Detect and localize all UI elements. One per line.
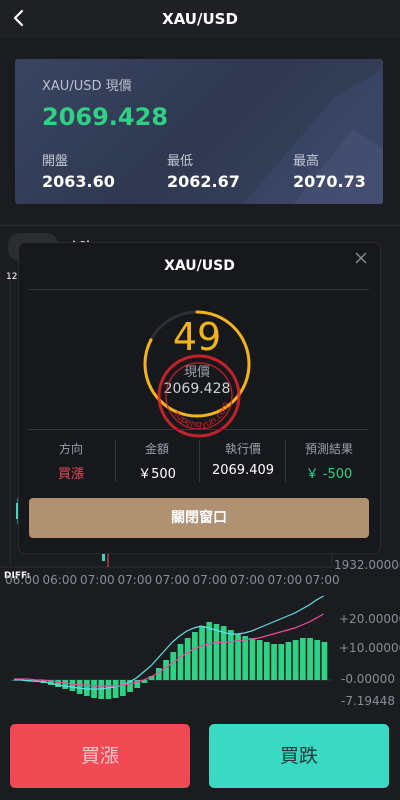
amount-value: ￥500 [138, 467, 176, 482]
open-stat: 開盤 2063.60 [42, 150, 115, 191]
current-price: 2069.428 [42, 103, 169, 131]
macd-bar [228, 630, 234, 680]
time-label: 07:00 [80, 573, 115, 587]
high-label: 最高 [293, 154, 320, 169]
time-label: 07:00 [230, 573, 265, 587]
exec-label: 執行價 [224, 442, 261, 456]
watermark-stamp: xupengyun.com [157, 354, 241, 438]
direction-label: 方向 [58, 442, 83, 456]
price-card: XAU/USD 現價 2069.428 開盤 2063.60 最低 2062.6… [15, 59, 383, 204]
time-label: 06:00 [5, 573, 40, 587]
low-stat: 最低 2062.67 [167, 150, 240, 191]
macd-bar [292, 640, 299, 680]
macd-bar [206, 622, 213, 680]
macd-bar [213, 624, 220, 680]
macd-bar [192, 632, 198, 680]
macd-bar [220, 626, 227, 680]
open-label: 開盤 [42, 154, 69, 169]
macd-axis-1: +20.00000 [339, 612, 400, 626]
macd-bar [256, 640, 263, 680]
modal-separator-2 [28, 429, 369, 430]
macd-axis-4: -7.19448 [341, 694, 395, 708]
modal-title: XAU/USD [164, 258, 235, 274]
time-label: 06:00 [42, 573, 78, 587]
high-value: 2070.73 [293, 172, 366, 191]
result-col: 預測結果 ￥ -500 [285, 440, 373, 482]
modal-separator [28, 289, 369, 290]
macd-bar [264, 642, 270, 680]
result-label: 預測結果 [304, 442, 353, 456]
macd-bar [120, 680, 126, 696]
macd-bar [76, 680, 83, 694]
top-bar: XAU/USD [0, 0, 400, 38]
time-label: 07:00 [192, 573, 228, 587]
result-value: ￥ -500 [305, 467, 353, 482]
macd-bar [321, 642, 328, 680]
macd-bar [199, 626, 205, 680]
direction-value: 買漲 [57, 467, 84, 482]
svg-text:xupengyun.com: xupengyun.com [171, 401, 232, 431]
macd-axis-2: +10.00000 [339, 641, 400, 655]
macd-bar [69, 680, 76, 691]
macd-bar [278, 644, 285, 680]
order-modal: XAU/USD 49 現價 2069.428 xupengyun.com 方向 … [19, 243, 380, 553]
time-label: 07:00 [305, 573, 340, 587]
macd-bar [163, 660, 169, 680]
macd-bar [112, 680, 119, 698]
macd-bar [249, 638, 256, 680]
amount-col: 金額 ￥500 [113, 440, 201, 482]
macd-bar [314, 640, 321, 680]
high-stat: 最高 2070.73 [293, 150, 366, 191]
time-label: 07:00 [267, 573, 303, 587]
macd-bar [84, 680, 90, 696]
macd-bar [307, 638, 313, 680]
macd-axis-3: -0.00000 [341, 672, 395, 686]
macd-bar [62, 680, 69, 689]
macd-bar [105, 680, 112, 699]
exec-col: 執行價 2069.409 [199, 440, 287, 478]
macd-bar [242, 636, 249, 680]
macd-bar [170, 652, 177, 680]
macd-bar [300, 638, 306, 680]
close-window-button[interactable]: 關閉窗口 [29, 498, 369, 538]
page-title: XAU/USD [162, 10, 238, 28]
time-label: 07:00 [117, 573, 153, 587]
low-label: 最低 [167, 154, 194, 169]
low-value: 2062.67 [167, 172, 240, 191]
buy-up-button[interactable]: 買漲 [10, 724, 190, 788]
buy-down-button[interactable]: 買跌 [209, 724, 389, 788]
section-divider [0, 225, 400, 226]
direction-col: 方向 買漲 [27, 440, 115, 482]
amount-label: 金額 [144, 442, 169, 456]
macd-bar [271, 644, 277, 680]
exec-value: 2069.409 [211, 463, 275, 478]
stamp-text: xupengyun.com [171, 401, 232, 431]
macd-bar [285, 642, 292, 680]
symbol-price-label: XAU/USD 現價 [42, 79, 132, 94]
macd-bar [184, 638, 191, 680]
close-icon[interactable] [354, 251, 368, 265]
macd-bar [177, 644, 184, 680]
open-value: 2063.60 [42, 172, 115, 191]
price-axis-bottom: 1932.00000 [334, 558, 400, 572]
time-label: 07:00 [155, 573, 190, 587]
